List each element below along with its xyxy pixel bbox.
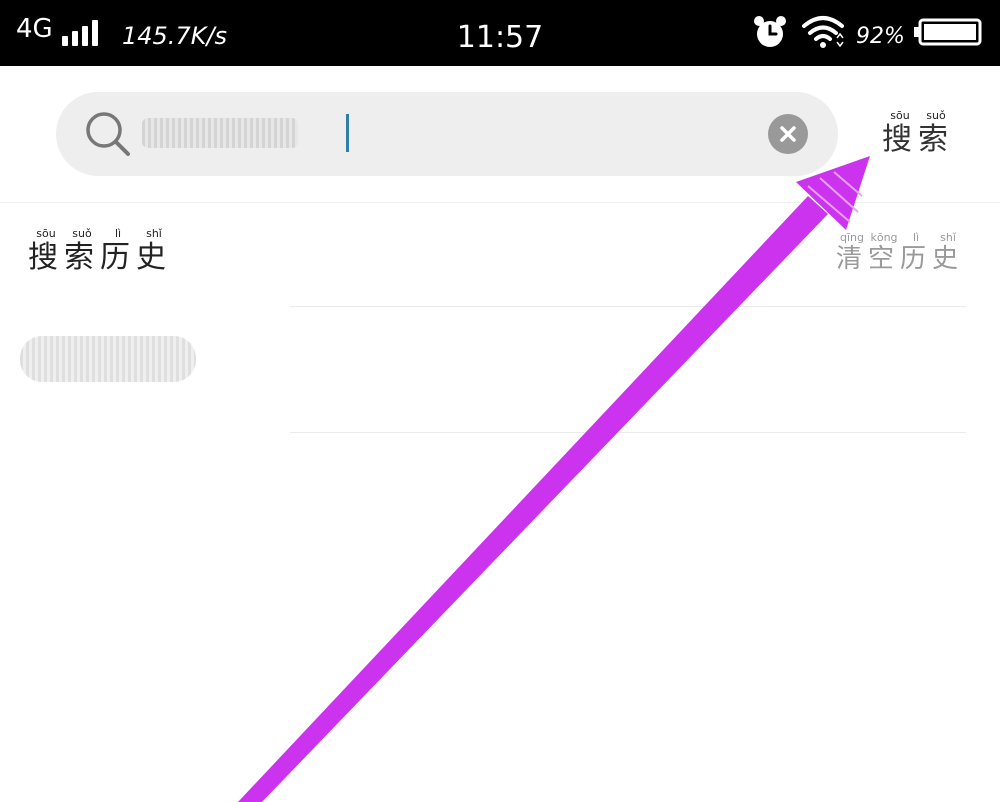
history-title-char: 索	[64, 240, 100, 275]
history-title-pinyin: lì	[100, 227, 136, 240]
history-title-pinyin: shǐ	[136, 227, 172, 240]
alarm-icon	[754, 16, 786, 47]
search-input[interactable]	[146, 116, 726, 152]
battery-percent: 92%	[856, 24, 905, 49]
history-title: 搜sōu索suǒ历lì史shǐ	[28, 227, 172, 276]
clear-history-char: 历	[900, 244, 933, 274]
search-button[interactable]: 搜sōu索suǒ	[882, 109, 954, 158]
divider	[0, 202, 1000, 203]
search-button-char: 索	[918, 122, 954, 157]
clock: 11:57	[456, 20, 544, 55]
text-caret	[346, 114, 349, 152]
clear-history-char: 清	[836, 244, 869, 274]
search-button-char: 搜	[882, 122, 918, 157]
search-button-pinyin: sōu	[882, 109, 918, 122]
clear-history-button[interactable]: 清qīng空kōng历lì史shǐ	[836, 231, 965, 275]
clear-history-pinyin: shǐ	[932, 231, 965, 244]
history-title-char: 搜	[28, 240, 64, 275]
history-item[interactable]: 103337777	[20, 336, 196, 382]
history-title-pinyin: suǒ	[64, 227, 100, 240]
history-title-char: 史	[136, 240, 172, 275]
status-bar: 4G 145.7K/s 11:57 92%	[0, 0, 1000, 66]
search-icon	[86, 112, 130, 156]
divider	[290, 306, 966, 307]
clear-history-pinyin: lì	[900, 231, 933, 244]
battery-icon	[914, 18, 982, 46]
close-icon	[780, 126, 796, 142]
clear-search-button[interactable]	[768, 114, 808, 154]
search-button-pinyin: suǒ	[918, 109, 954, 122]
clear-history-pinyin: kōng	[868, 231, 901, 244]
clear-history-pinyin: qīng	[836, 231, 868, 244]
history-title-pinyin: sōu	[28, 227, 64, 240]
clear-history-char: 空	[868, 244, 901, 274]
history-title-char: 历	[100, 240, 136, 275]
history-item-label: 103337777	[20, 336, 196, 382]
clear-history-char: 史	[932, 244, 965, 274]
wifi-icon	[802, 16, 844, 48]
search-bar[interactable]	[56, 92, 838, 176]
divider	[290, 432, 966, 433]
